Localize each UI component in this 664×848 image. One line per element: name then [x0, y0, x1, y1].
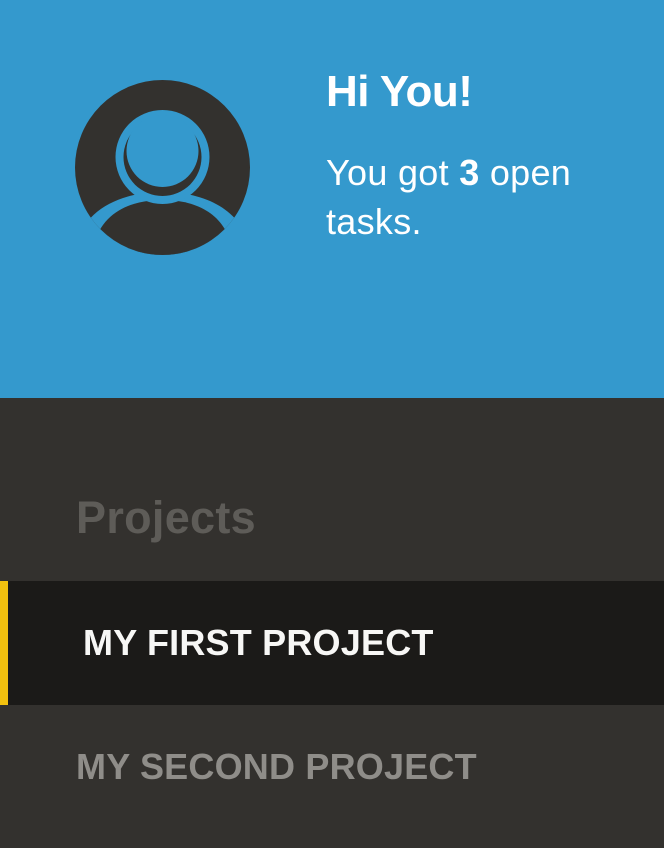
open-task-count: 3: [459, 152, 480, 193]
tasks-summary-prefix: You got: [326, 152, 460, 193]
project-item-my-first-project[interactable]: MY FIRST PROJECT: [0, 581, 664, 705]
welcome-header: Hi You! You got 3 open tasks.: [0, 0, 664, 398]
open-tasks-summary: You got 3 open tasks.: [326, 148, 636, 246]
user-avatar-icon[interactable]: [75, 80, 250, 255]
greeting-heading: Hi You!: [326, 67, 473, 116]
project-list: MY FIRST PROJECT MY SECOND PROJECT: [0, 581, 664, 829]
project-item-my-second-project[interactable]: MY SECOND PROJECT: [0, 705, 664, 829]
project-item-label: MY FIRST PROJECT: [83, 622, 434, 663]
project-item-label: MY SECOND PROJECT: [76, 746, 477, 787]
app-window: Hi You! You got 3 open tasks. Projects M…: [0, 0, 664, 848]
projects-heading: Projects: [76, 492, 256, 543]
